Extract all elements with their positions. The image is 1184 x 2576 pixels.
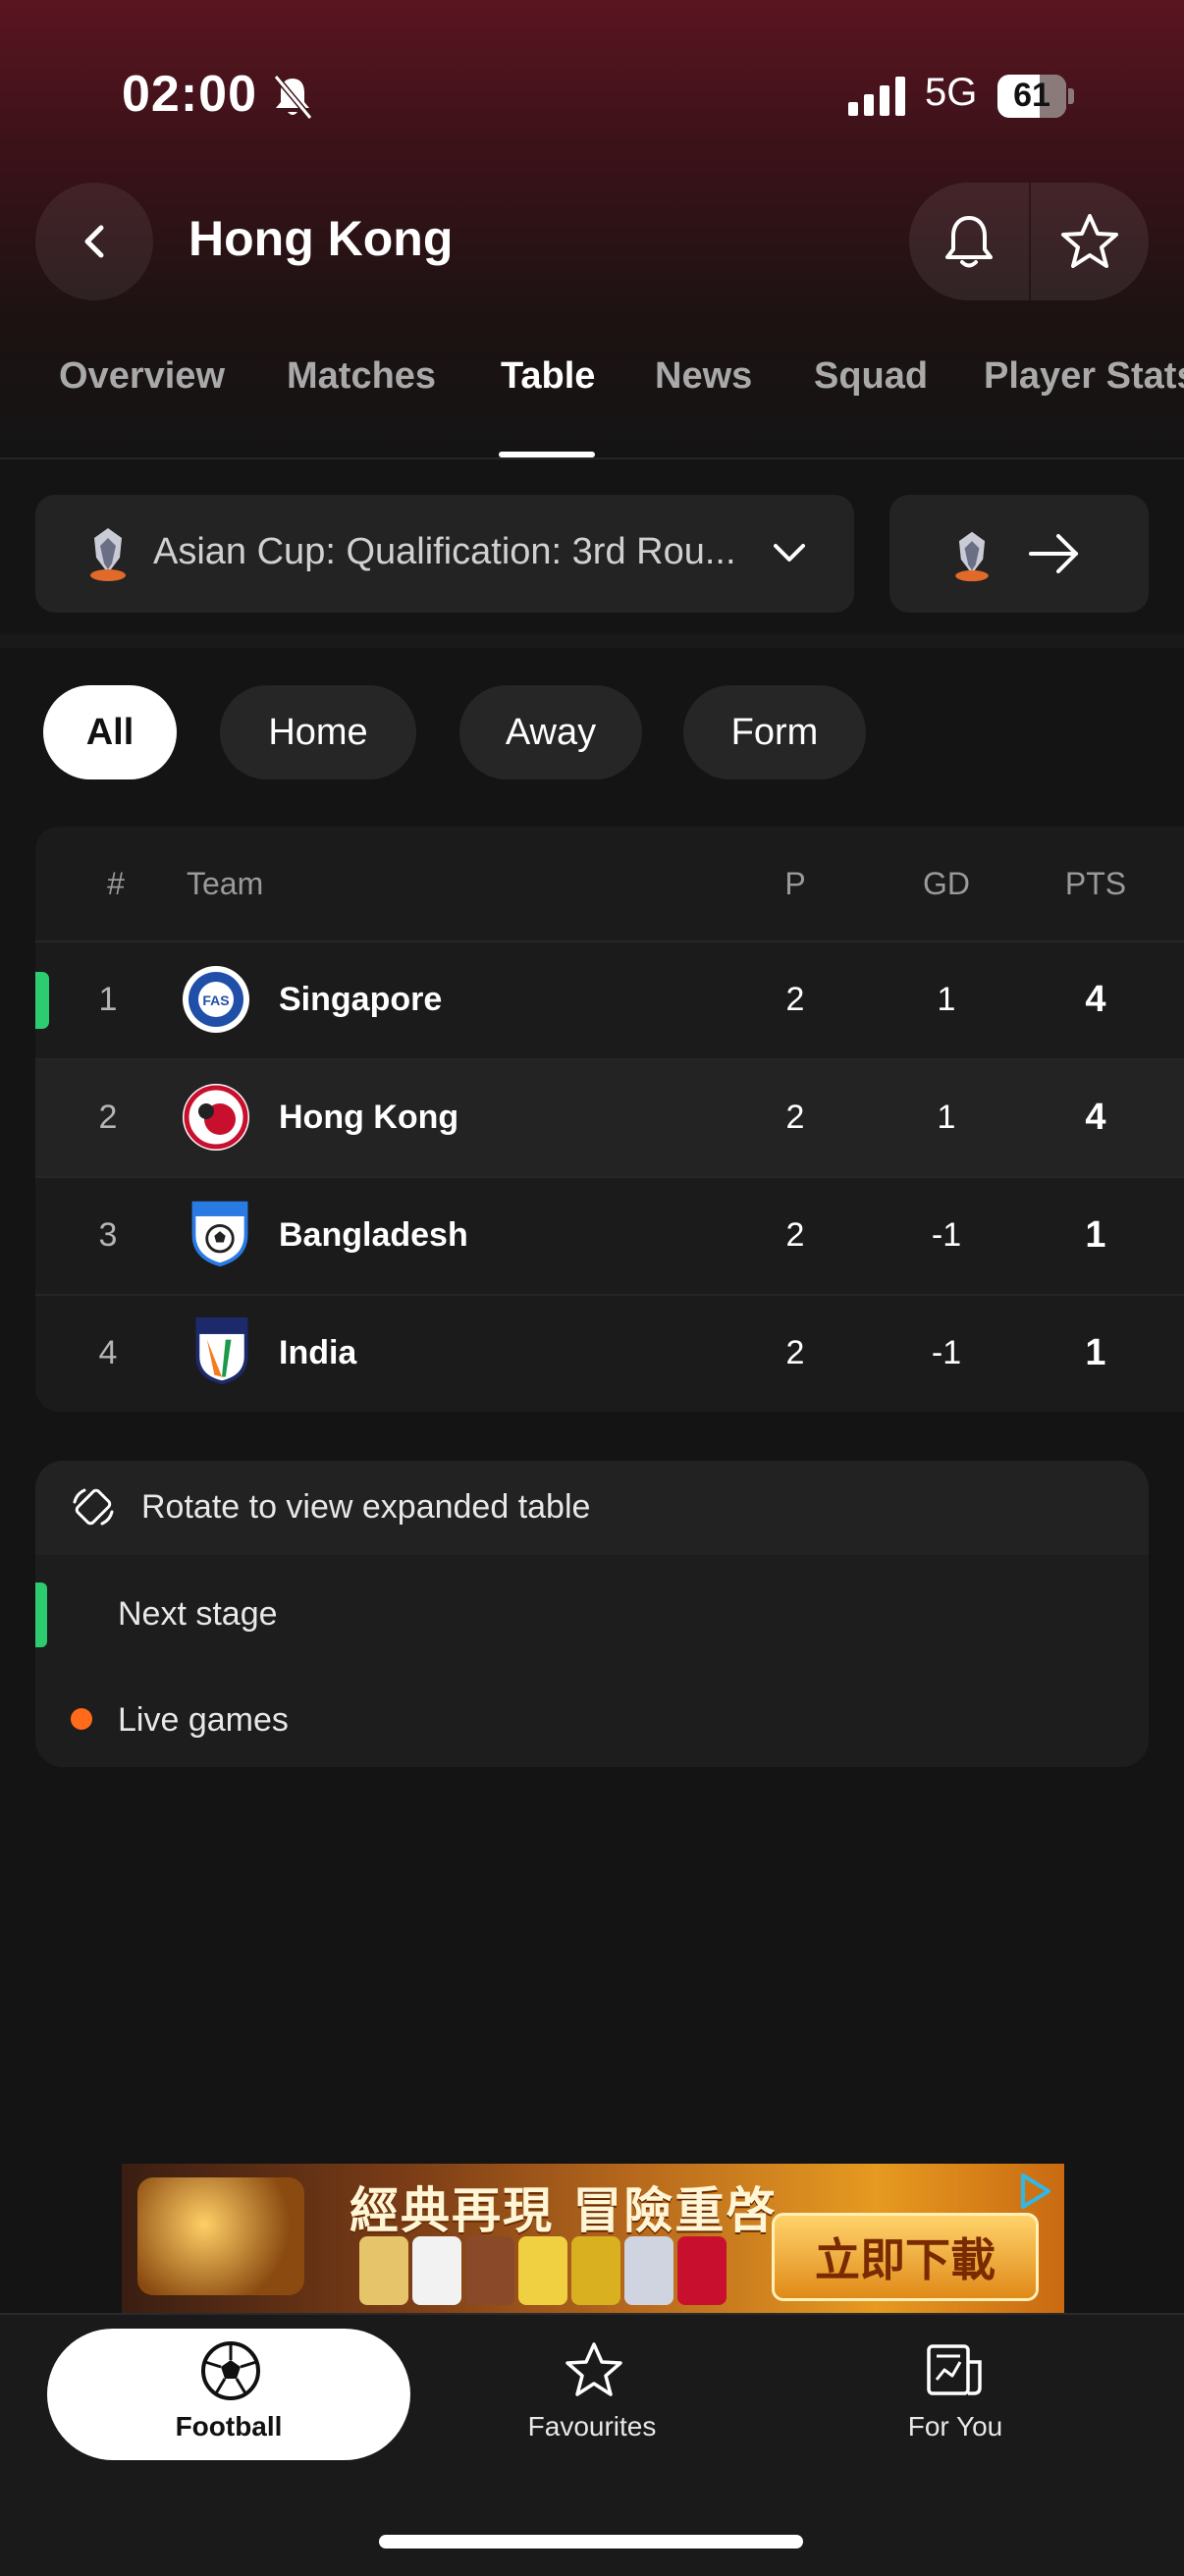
- filter-form[interactable]: Form: [683, 685, 866, 779]
- section-separator: [0, 634, 1184, 648]
- team-name: Bangladesh: [279, 1216, 468, 1254]
- rotate-hint-text: Rotate to view expanded table: [141, 1488, 591, 1526]
- row-position: 4: [98, 1334, 118, 1371]
- tab-squad[interactable]: Squad: [814, 355, 928, 398]
- chevron-left-icon: [84, 225, 104, 258]
- tab-bar: Overview Matches Table News Squad Player…: [0, 355, 1184, 457]
- played: 2: [785, 1099, 805, 1136]
- network-type: 5G: [925, 71, 978, 114]
- team-name: Hong Kong: [279, 1099, 459, 1136]
- filter-all[interactable]: All: [43, 685, 177, 779]
- goal-difference: 1: [937, 981, 956, 1018]
- adchoices-icon[interactable]: [1015, 2172, 1054, 2211]
- next-stage-marker: [35, 972, 49, 1029]
- football-icon: [201, 2341, 260, 2400]
- played: 2: [785, 981, 805, 1018]
- arrow-right-icon: [1029, 534, 1078, 573]
- page-title: Hong Kong: [188, 211, 454, 266]
- col-header-played: P: [784, 866, 806, 901]
- tab-news[interactable]: News: [655, 355, 752, 398]
- points: 1: [1085, 1214, 1106, 1256]
- chevron-down-icon: [774, 544, 805, 562]
- singapore-crest-icon: FAS: [183, 966, 249, 1033]
- star-icon: [1061, 214, 1118, 268]
- points: 1: [1085, 1332, 1106, 1373]
- col-header-pos: #: [107, 866, 125, 901]
- col-header-team: Team: [187, 866, 264, 901]
- row-position: 2: [98, 1099, 118, 1136]
- tab-matches[interactable]: Matches: [287, 355, 436, 398]
- filter-home[interactable]: Home: [220, 685, 416, 779]
- next-stage-color: [35, 1583, 47, 1647]
- ad-character: [359, 2236, 408, 2305]
- ad-download-button[interactable]: 立即下載: [772, 2213, 1039, 2301]
- goal-difference: 1: [937, 1099, 956, 1136]
- goal-difference: -1: [931, 1334, 962, 1371]
- back-button[interactable]: [35, 183, 153, 300]
- svg-text:FAS: FAS: [202, 993, 229, 1008]
- ad-character: [571, 2236, 620, 2305]
- points: 4: [1085, 1097, 1106, 1138]
- col-header-gd: GD: [923, 866, 970, 901]
- home-indicator: [379, 2535, 803, 2549]
- follow-star-button[interactable]: [1031, 183, 1149, 300]
- nav-label-for-you[interactable]: For You: [837, 2411, 1073, 2442]
- battery-icon: 61: [997, 75, 1074, 118]
- divider: [0, 457, 1184, 459]
- team-name: India: [279, 1334, 357, 1371]
- filter-away[interactable]: Away: [459, 685, 642, 779]
- row-position: 1: [98, 981, 118, 1018]
- ad-game-logo: [137, 2177, 304, 2295]
- row-position: 3: [98, 1216, 118, 1254]
- ad-character: [677, 2236, 727, 2305]
- star-icon[interactable]: [564, 2340, 624, 2399]
- ad-headline: 經典再現 冒險重啓: [350, 2182, 778, 2239]
- team-name: Singapore: [279, 981, 443, 1018]
- played: 2: [785, 1216, 805, 1254]
- competition-label: Asian Cup: Qualification: 3rd Rou...: [153, 531, 736, 572]
- col-header-pts: PTS: [1064, 866, 1127, 901]
- news-icon[interactable]: [925, 2342, 986, 2397]
- ad-character: [412, 2236, 461, 2305]
- tab-player-stats[interactable]: Player Stats: [984, 355, 1184, 398]
- nav-label-football: Football: [175, 2411, 283, 2442]
- goal-difference: -1: [931, 1216, 962, 1254]
- points: 4: [1085, 979, 1106, 1020]
- live-dot-icon: [71, 1708, 92, 1730]
- tab-overview[interactable]: Overview: [59, 355, 225, 398]
- battery-level: 61: [1013, 77, 1050, 114]
- next-stage-label: Next stage: [118, 1595, 278, 1633]
- nav-label-favourites[interactable]: Favourites: [474, 2411, 710, 2442]
- bell-icon: [945, 216, 993, 268]
- india-crest-icon: [195, 1316, 248, 1385]
- afc-trophy-icon: [90, 528, 126, 581]
- afc-trophy-icon: [955, 531, 989, 582]
- ad-character: [624, 2236, 673, 2305]
- hong-kong-crest-icon: [183, 1084, 249, 1151]
- cellular-signal-icon: [848, 77, 905, 116]
- ad-character: [465, 2236, 514, 2305]
- bangladesh-crest-icon: [191, 1201, 248, 1267]
- tab-table[interactable]: Table: [501, 355, 595, 398]
- silent-mode-icon: [273, 75, 313, 120]
- rotate-device-icon: [73, 1488, 114, 1526]
- played: 2: [785, 1334, 805, 1371]
- competition-link-button[interactable]: [889, 495, 1149, 613]
- status-time: 02:00: [122, 66, 257, 123]
- notifications-button[interactable]: [909, 183, 1029, 300]
- live-games-label: Live games: [118, 1701, 289, 1739]
- ad-character: [518, 2236, 567, 2305]
